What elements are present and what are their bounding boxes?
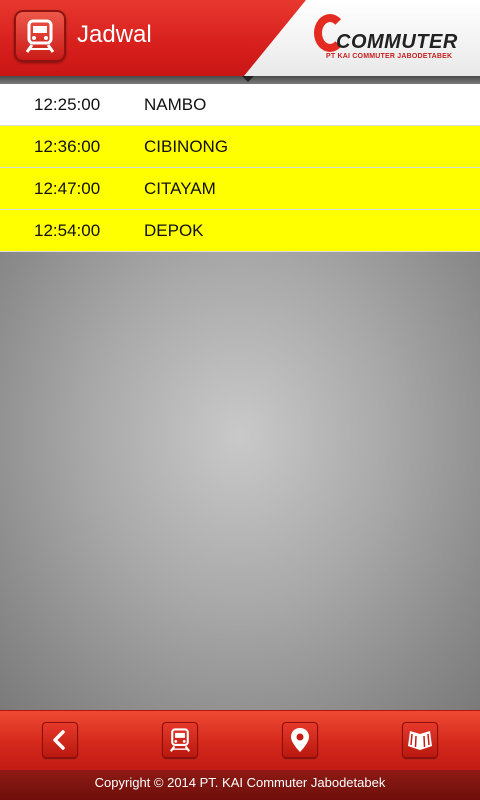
map-button[interactable] — [402, 722, 438, 758]
schedule-time: 12:54:00 — [34, 220, 101, 240]
location-pin-icon — [291, 728, 309, 752]
back-icon — [53, 730, 65, 750]
schedule-station: NAMBO — [144, 94, 207, 114]
schedule-list: 12:25:00 NAMBO 12:36:00 CIBINONG 12:47:0… — [0, 84, 480, 252]
table-row[interactable]: 12:25:00 NAMBO — [0, 84, 480, 126]
schedule-time: 12:25:00 — [34, 94, 101, 114]
table-row[interactable]: 12:54:00 DEPOK — [0, 210, 480, 252]
table-row[interactable]: 12:47:00 CITAYAM — [0, 168, 480, 210]
header-divider — [0, 76, 480, 84]
train-icon — [169, 728, 191, 752]
copyright-footer: Copyright © 2014 PT. KAI Commuter Jabode… — [0, 770, 480, 800]
location-button[interactable] — [282, 722, 318, 758]
schedule-station: CIBINONG — [144, 136, 229, 156]
logo-wordmark: COMMUTER — [336, 31, 458, 53]
page-title: Jadwal — [77, 21, 152, 48]
header-notch — [242, 76, 254, 82]
back-button[interactable] — [42, 722, 78, 758]
schedule-time: 12:36:00 — [34, 136, 101, 156]
train-icon[interactable] — [14, 10, 66, 62]
content-background — [0, 252, 480, 710]
schedule-station: CITAYAM — [144, 178, 216, 198]
train-button[interactable] — [162, 722, 198, 758]
logo-subtitle: PT KAI COMMUTER JABODETABEK — [326, 53, 453, 60]
table-row[interactable]: 12:36:00 CIBINONG — [0, 126, 480, 168]
schedule-time: 12:47:00 — [34, 178, 101, 198]
schedule-station: DEPOK — [144, 220, 204, 240]
bottom-nav — [0, 710, 480, 771]
app-header: Jadwal COMMUTER PT KAI COMMUTER JABODETA… — [0, 0, 480, 76]
commuter-logo: COMMUTER PT KAI COMMUTER JABODETABEK — [244, 0, 480, 76]
map-book-icon — [408, 731, 432, 750]
